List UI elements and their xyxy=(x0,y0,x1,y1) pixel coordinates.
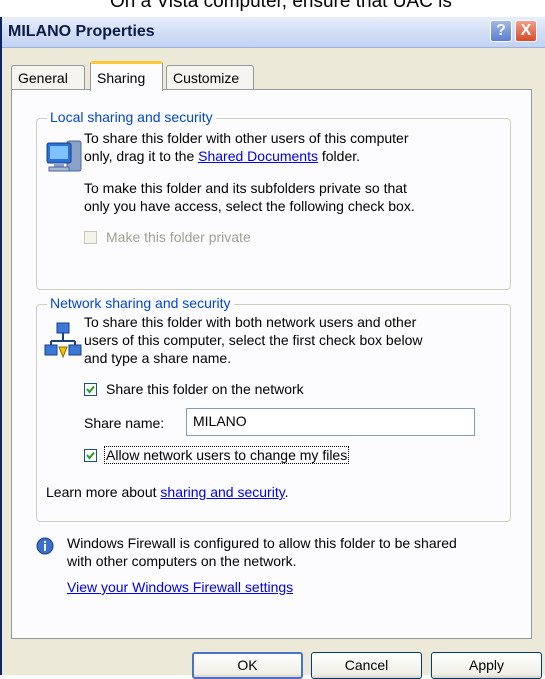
tab-general[interactable]: General xyxy=(11,65,85,90)
shared-documents-link[interactable]: Shared Documents xyxy=(198,148,318,164)
close-button[interactable]: X xyxy=(515,20,537,42)
local-text-line2: only, drag it to the Shared Documents fo… xyxy=(84,147,360,165)
share-on-network-label: Share this folder on the network xyxy=(106,381,304,397)
tab-sharing[interactable]: Sharing xyxy=(90,61,163,91)
local-text-line2-c: folder. xyxy=(321,148,361,164)
allow-change-files-label: Allow network users to change my files xyxy=(104,446,350,464)
firewall-text-line1: Windows Firewall is configured to allow … xyxy=(67,535,457,551)
computer-folder-icon xyxy=(45,137,83,180)
network-text-line3: and type a share name. xyxy=(84,350,232,366)
local-sharing-group: Local sharing and security To share this… xyxy=(36,109,511,290)
network-sharing-group: Network sharing and security To share th… xyxy=(36,295,511,522)
share-name-label: Share name: xyxy=(84,415,165,431)
sharing-tab-panel: Local sharing and security To share this… xyxy=(11,89,532,639)
learn-more-suffix: . xyxy=(284,484,289,500)
allow-change-files-label-wrap: Allow network users to change my files xyxy=(104,446,350,464)
checkmark-icon xyxy=(86,385,95,394)
help-button[interactable]: ? xyxy=(490,20,512,42)
firewall-settings-link[interactable]: View your Windows Firewall settings xyxy=(67,578,293,596)
network-text-line1: To share this folder with both network u… xyxy=(84,314,417,330)
share-name-input[interactable]: MILANO xyxy=(186,408,475,436)
local-text-line1: To share this folder with other users of… xyxy=(84,130,409,146)
private-text-line2: only you have access, select the followi… xyxy=(84,198,415,214)
make-private-checkbox[interactable] xyxy=(84,231,97,244)
local-sharing-legend: Local sharing and security xyxy=(47,109,216,125)
network-text-line2: users of this computer, select the first… xyxy=(84,332,423,348)
make-private-label: Make this folder private xyxy=(106,229,251,245)
sharing-and-security-link[interactable]: sharing and security xyxy=(160,484,284,500)
title-bar[interactable]: MILANO Properties ? X xyxy=(2,17,545,48)
learn-more-prefix: Learn more about xyxy=(46,484,157,500)
info-icon xyxy=(36,537,54,558)
learn-more-line: Learn more about sharing and security. xyxy=(46,483,289,501)
window-title: MILANO Properties xyxy=(8,23,155,40)
local-text-line2-a: only, drag it to the xyxy=(84,148,195,164)
help-icon: ? xyxy=(496,22,506,39)
allow-change-files-checkbox[interactable] xyxy=(84,449,97,462)
network-sharing-legend: Network sharing and security xyxy=(47,295,234,311)
network-share-icon xyxy=(43,321,83,364)
share-on-network-checkbox[interactable] xyxy=(84,383,97,396)
background-document-text: On a Vista computer, ensure that UAC is xyxy=(110,0,452,12)
close-icon: X xyxy=(520,22,532,39)
firewall-text-line2: with other computers on the network. xyxy=(67,553,297,569)
tab-customize[interactable]: Customize xyxy=(166,65,254,90)
checkmark-icon xyxy=(86,451,95,460)
properties-dialog: MILANO Properties ? X General Sharing Cu… xyxy=(0,17,545,679)
private-text-line1: To make this folder and its subfolders p… xyxy=(84,180,407,196)
